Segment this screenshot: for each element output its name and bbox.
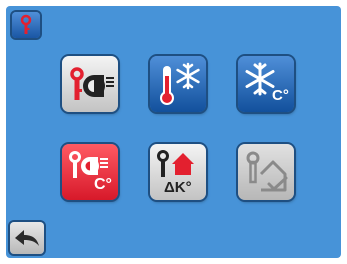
celsius-label: C° — [272, 87, 289, 104]
delta-k-label: ΔK° — [164, 179, 192, 196]
sensor-fan-celsius-button[interactable]: C° — [62, 144, 118, 200]
sensor-status-button[interactable] — [12, 12, 40, 38]
back-button[interactable] — [10, 222, 44, 254]
sensor-house-check-icon — [246, 151, 288, 192]
heating-thermometer-snowflake-icon — [160, 62, 200, 105]
sensor-house-check-button[interactable] — [238, 144, 294, 200]
sensor-fan-button[interactable] — [62, 56, 118, 112]
back-arrow-icon — [15, 230, 39, 246]
sensor-fan-icon — [70, 67, 114, 100]
display-screen: C° C° ΔK° — [6, 6, 341, 258]
cooling-setpoint-button[interactable]: C° — [238, 56, 294, 112]
sensor-icon — [20, 14, 32, 34]
sensor-house-delta-button[interactable]: ΔK° — [150, 144, 206, 200]
celsius-label: C° — [94, 176, 112, 193]
heating-cooling-button[interactable] — [150, 56, 206, 112]
